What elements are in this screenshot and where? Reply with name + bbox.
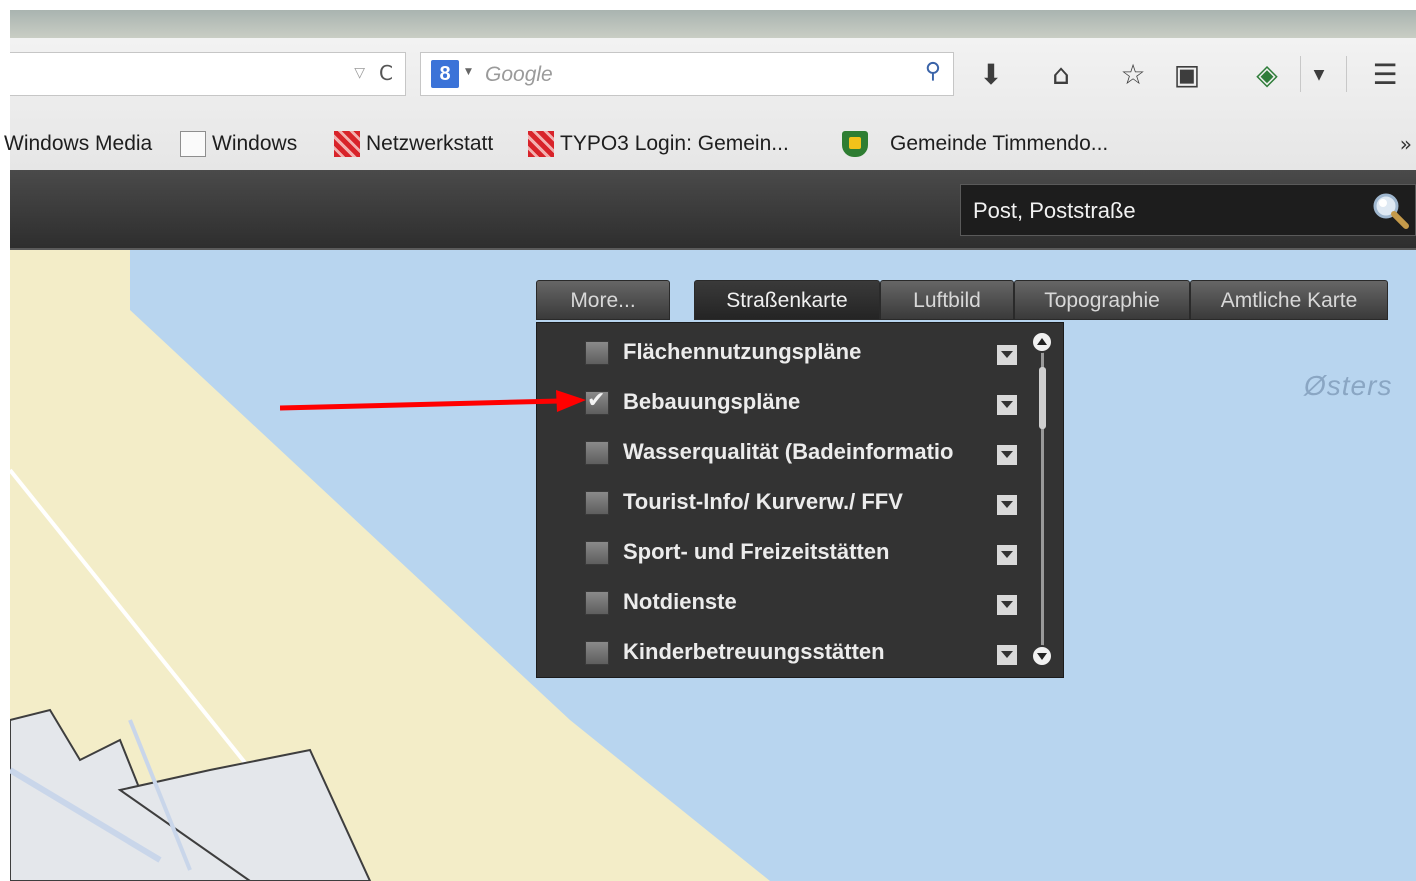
history-dropdown-icon[interactable]: ▽ xyxy=(354,65,365,81)
expand-arrow-icon[interactable] xyxy=(997,595,1017,615)
layer-label: Bebauungspläne xyxy=(623,389,801,414)
layer-row-wasserqualitaet[interactable]: Wasserqualität (Badeinformatio xyxy=(537,429,1017,479)
layer-row-bebauungsplaene[interactable]: Bebauungspläne xyxy=(537,379,1017,429)
home-icon[interactable]: ⌂ xyxy=(1044,58,1078,92)
bookmark-windows[interactable]: Windows xyxy=(180,130,297,158)
window-title-strip xyxy=(10,10,1416,38)
layer-row-flaechennutzungsplaene[interactable]: Flächennutzungspläne xyxy=(537,329,1017,379)
layer-label: Wasserqualität (Badeinformatio xyxy=(623,439,954,464)
layer-checkbox[interactable] xyxy=(585,591,609,615)
browser-toolbar: ▽ C 8 ▼ ⚲ ⬇ ⌂ ☆ ▣ ◈ ▼ ☰ Windows Media Wi… xyxy=(4,38,1416,171)
tab-strassenkarte[interactable]: Straßenkarte xyxy=(694,280,880,320)
tab-amtliche-karte[interactable]: Amtliche Karte xyxy=(1190,280,1388,320)
clipboard-icon[interactable]: ▣ xyxy=(1170,58,1204,92)
scrollbar-thumb[interactable] xyxy=(1039,367,1046,429)
search-box[interactable]: 8 ▼ ⚲ xyxy=(420,52,954,96)
expand-arrow-icon[interactable] xyxy=(997,545,1017,565)
bookmark-gemeinde-timmendorf[interactable]: Gemeinde Timmendo... xyxy=(842,130,1108,158)
layer-checkbox[interactable] xyxy=(585,491,609,515)
layer-list-panel: Flächennutzungspläne Bebauungspläne Wass… xyxy=(536,322,1064,678)
expand-arrow-icon[interactable] xyxy=(997,345,1017,365)
reload-icon[interactable]: C xyxy=(379,61,393,85)
bookmark-label: Netzwerkstatt xyxy=(366,132,494,155)
bookmark-typo3-login[interactable]: TYPO3 Login: Gemein... xyxy=(528,130,789,158)
red-grid-icon xyxy=(528,131,554,157)
layer-row-notdienste[interactable]: Notdienste xyxy=(537,579,1017,629)
shield-icon xyxy=(842,131,868,157)
expand-arrow-icon[interactable] xyxy=(997,495,1017,515)
search-magnifier-icon[interactable]: ⚲ xyxy=(925,59,941,84)
bookmarks-toolbar: Windows Media Windows Netzwerkstatt TYPO… xyxy=(4,124,1416,164)
layer-label: Sport- und Freizeitstätten xyxy=(623,539,890,564)
bookmark-label: TYPO3 Login: Gemein... xyxy=(560,132,789,155)
bookmark-label: Windows Media xyxy=(4,132,153,155)
engine-dropdown-icon[interactable]: ▼ xyxy=(465,67,472,77)
layer-checkbox[interactable] xyxy=(585,541,609,565)
layer-label: Kinderbetreuungsstätten xyxy=(623,639,885,664)
toolbar-separator xyxy=(1346,56,1347,92)
red-grid-icon xyxy=(334,131,360,157)
layer-checkbox[interactable] xyxy=(585,341,609,365)
scroll-up-icon[interactable] xyxy=(1031,331,1053,353)
more-bookmarks-chevron-icon[interactable]: » xyxy=(1400,132,1412,156)
google-engine-icon[interactable]: 8 xyxy=(431,60,459,88)
blank-page-icon xyxy=(180,131,206,157)
download-icon[interactable]: ⬇ xyxy=(974,58,1008,92)
toolbar-separator xyxy=(1300,56,1301,92)
bookmark-label: Gemeinde Timmendo... xyxy=(890,132,1109,155)
bookmark-star-icon[interactable]: ☆ xyxy=(1116,58,1150,92)
sea-label: Østers xyxy=(1304,370,1393,401)
layer-label: Tourist-Info/ Kurverw./ FFV xyxy=(623,489,903,514)
addon-dropdown-icon[interactable]: ▼ xyxy=(1302,58,1336,92)
layer-checkbox[interactable] xyxy=(585,441,609,465)
address-bar[interactable]: ▽ C xyxy=(10,52,406,96)
app-header xyxy=(10,170,1416,250)
search-input[interactable] xyxy=(483,61,887,89)
layer-checkbox[interactable] xyxy=(585,641,609,665)
layer-label: Flächennutzungspläne xyxy=(623,339,862,364)
search-lens-icon[interactable] xyxy=(1371,191,1409,229)
expand-arrow-icon[interactable] xyxy=(997,445,1017,465)
bookmark-windows-media[interactable]: Windows Media xyxy=(4,130,152,158)
layer-row-kinderbetreuung[interactable]: Kinderbetreuungsstätten xyxy=(537,629,1017,679)
bookmark-netzwerkstatt[interactable]: Netzwerkstatt xyxy=(334,130,493,158)
address-search-input[interactable] xyxy=(971,197,1355,225)
menu-icon[interactable]: ☰ xyxy=(1368,58,1402,92)
bookmark-label: Windows xyxy=(212,132,298,155)
expand-arrow-icon[interactable] xyxy=(997,395,1017,415)
layer-label: Notdienste xyxy=(623,589,737,614)
tab-topographie[interactable]: Topographie xyxy=(1014,280,1190,320)
red-annotation-arrow-icon xyxy=(280,390,586,412)
addon-icon[interactable]: ◈ xyxy=(1250,58,1284,92)
tab-luftbild[interactable]: Luftbild xyxy=(880,280,1014,320)
layer-row-tourist-info[interactable]: Tourist-Info/ Kurverw./ FFV xyxy=(537,479,1017,529)
tab-more[interactable]: More... xyxy=(536,280,670,320)
scroll-down-icon[interactable] xyxy=(1031,645,1053,667)
expand-arrow-icon[interactable] xyxy=(997,645,1017,665)
layer-row-sport-freizeit[interactable]: Sport- und Freizeitstätten xyxy=(537,529,1017,579)
address-search-box[interactable] xyxy=(960,184,1416,236)
